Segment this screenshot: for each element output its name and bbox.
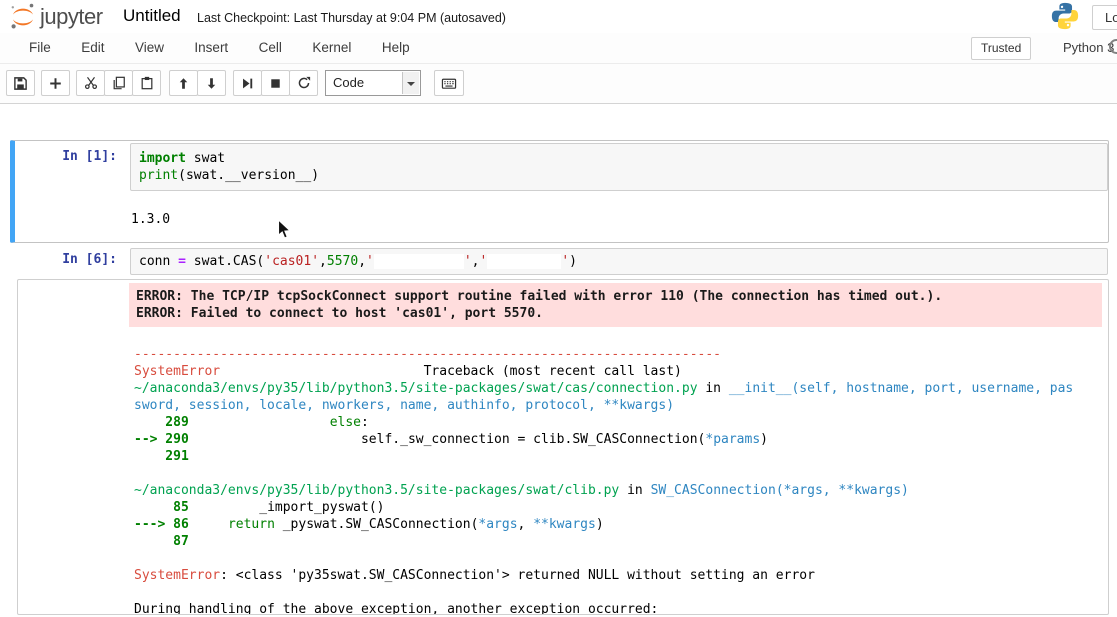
jupyter-logo-text: jupyter — [40, 4, 103, 30]
menu-file[interactable]: File — [16, 33, 64, 62]
notebook-area: In [1]: import swatprint(swat.__version_… — [0, 104, 1117, 617]
restart-kernel-button[interactable] — [289, 70, 318, 96]
floppy-icon — [13, 76, 28, 91]
paste-cell-button[interactable] — [132, 70, 161, 96]
traceback-output: ----------------------------------------… — [134, 346, 1102, 615]
toolbar: Code — [0, 64, 1117, 104]
code-editor: conn = swat.CAS('cas01',5570,'','') — [139, 253, 1099, 270]
trusted-badge[interactable]: Trusted — [971, 37, 1031, 60]
insert-cell-below-button[interactable] — [41, 70, 70, 96]
checkpoint-status: Last Checkpoint: Last Thursday at 9:04 P… — [197, 11, 506, 25]
keyboard-icon — [441, 76, 457, 91]
python-logo-icon — [1050, 1, 1080, 31]
run-cell-button[interactable] — [233, 70, 262, 96]
step-forward-icon — [241, 77, 254, 90]
stderr-output: ERROR: The TCP/IP tcpSockConnect support… — [129, 283, 1102, 327]
kernel-name: Python 3 — [1063, 40, 1114, 55]
copy-icon — [112, 76, 126, 90]
code-cell-input[interactable]: import swatprint(swat.__version__) — [130, 143, 1108, 191]
save-button[interactable] — [6, 70, 35, 96]
error-line: ERROR: The TCP/IP tcpSockConnect support… — [136, 288, 1095, 305]
menu-kernel[interactable]: Kernel — [299, 33, 364, 62]
menu-help[interactable]: Help — [369, 33, 423, 62]
menu-bar: File Edit View Insert Cell Kernel Help T… — [0, 33, 1117, 64]
header: jupyter Untitled Last Checkpoint: Last T… — [0, 0, 1117, 33]
arrow-up-icon — [177, 77, 190, 90]
chevron-down-icon — [402, 72, 419, 94]
output-scroll-area[interactable]: ERROR: The TCP/IP tcpSockConnect support… — [17, 279, 1109, 615]
mouse-cursor — [277, 219, 292, 241]
stop-icon — [269, 77, 282, 90]
cell-type-select[interactable]: Code — [325, 70, 421, 96]
paste-icon — [140, 76, 154, 90]
logout-button[interactable]: Logout — [1092, 5, 1117, 30]
menu-insert[interactable]: Insert — [181, 33, 241, 62]
jupyter-notebook-app: jupyter Untitled Last Checkpoint: Last T… — [0, 0, 1117, 617]
refresh-icon — [297, 76, 311, 90]
plus-icon — [49, 77, 62, 90]
code-cell-input[interactable]: conn = swat.CAS('cas01',5570,'','') — [130, 248, 1108, 275]
move-cell-down-button[interactable] — [197, 70, 226, 96]
move-cell-up-button[interactable] — [169, 70, 198, 96]
menu-edit[interactable]: Edit — [68, 33, 117, 62]
cell-type-value: Code — [333, 75, 364, 90]
menu-cell[interactable]: Cell — [246, 33, 295, 62]
arrow-down-icon — [205, 77, 218, 90]
jupyter-logo-icon — [10, 2, 36, 30]
error-line: ERROR: Failed to connect to host 'cas01'… — [136, 305, 1095, 322]
input-prompt: In [6]: — [40, 252, 117, 267]
menu-view[interactable]: View — [122, 33, 177, 62]
copy-cell-button[interactable] — [104, 70, 133, 96]
kernel-status-icon — [1109, 39, 1117, 54]
interrupt-kernel-button[interactable] — [261, 70, 290, 96]
scissors-icon — [84, 76, 98, 90]
jupyter-logo[interactable]: jupyter — [10, 2, 103, 30]
notebook-title[interactable]: Untitled — [123, 6, 181, 26]
cut-cell-button[interactable] — [76, 70, 105, 96]
code-editor: import swatprint(swat.__version__) — [139, 150, 1099, 184]
input-prompt: In [1]: — [40, 149, 117, 164]
command-palette-button[interactable] — [434, 70, 464, 96]
cell-output: 1.3.0 — [131, 212, 170, 227]
